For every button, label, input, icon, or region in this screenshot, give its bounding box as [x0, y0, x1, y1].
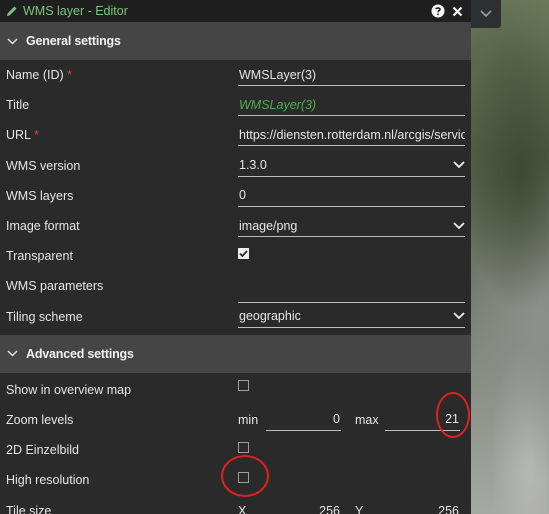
chevron-down-icon — [7, 350, 18, 357]
wms-editor-panel: WMS layer - Editor General settings Name… — [0, 0, 471, 514]
wms-parameters-row: WMS parameters — [0, 271, 471, 304]
einzelbild-label: 2D Einzelbild — [6, 443, 79, 458]
title-row: Title WMSLayer(3) — [0, 90, 471, 120]
tile-y-label: Y — [355, 503, 364, 514]
chevron-down-icon — [453, 221, 465, 229]
advanced-settings-title: Advanced settings — [26, 346, 134, 361]
transparent-row: Transparent — [0, 241, 471, 271]
overview-map-label: Show in overview map — [6, 382, 132, 397]
general-settings-title: General settings — [26, 34, 121, 48]
tile-size-row: Tile size X 256 Y 256 — [0, 495, 471, 514]
overview-map-checkbox[interactable] — [238, 380, 249, 392]
close-icon — [452, 6, 463, 16]
transparent-label: Transparent — [6, 249, 73, 264]
einzelbild-checkbox[interactable] — [238, 441, 249, 453]
image-format-row: Image format image/png — [0, 211, 471, 241]
wms-layers-input[interactable]: 0 — [238, 185, 465, 207]
title-label: Title — [6, 98, 30, 113]
annotation-circle-zoom-max — [436, 392, 470, 438]
required-marker: * — [67, 68, 73, 83]
wms-parameters-label: WMS parameters — [6, 279, 104, 294]
editor-title: WMS layer - Editor — [23, 4, 128, 18]
wms-version-label: WMS version — [6, 158, 81, 173]
title-input[interactable]: WMSLayer(3) — [238, 94, 465, 117]
help-button[interactable] — [431, 4, 445, 18]
tiling-scheme-select[interactable]: geographic — [238, 306, 465, 328]
chevron-down-icon — [453, 161, 465, 169]
editor-titlebar: WMS layer - Editor — [0, 0, 471, 22]
checkmark-icon — [239, 250, 248, 258]
name-row: Name (ID) * WMSLayer(3) — [0, 60, 471, 90]
transparent-checkbox[interactable] — [238, 247, 249, 259]
url-row: URL * https://diensten.rotterdam.nl/arcg… — [0, 120, 471, 150]
pencil-icon — [7, 6, 17, 16]
name-label: Name (ID) * — [6, 68, 73, 83]
chevron-down-icon — [453, 312, 465, 320]
wms-version-select[interactable]: 1.3.0 — [238, 155, 465, 177]
zoom-min-input[interactable]: 0 — [266, 409, 341, 431]
image-format-select[interactable]: image/png — [238, 215, 465, 238]
high-resolution-label: High resolution — [6, 473, 90, 488]
url-label: URL * — [6, 128, 39, 143]
help-circle-icon — [431, 4, 445, 18]
wms-layers-label: WMS layers — [6, 188, 74, 203]
wms-parameters-input[interactable] — [238, 281, 465, 304]
url-input[interactable]: https://diensten.rotterdam.nl/arcgis/ser… — [238, 124, 465, 147]
zoom-levels-label: Zoom levels — [6, 412, 74, 427]
tiling-scheme-label: Tiling scheme — [6, 309, 83, 324]
zoom-max-label: max — [355, 412, 379, 427]
tiling-scheme-row: Tiling scheme geographic — [0, 302, 471, 332]
overview-map-row: Show in overview map — [0, 375, 471, 405]
chevron-down-icon — [7, 37, 18, 45]
wms-layers-row: WMS layers 0 — [0, 181, 471, 211]
tile-y-input[interactable]: 256 — [385, 500, 460, 514]
image-format-label: Image format — [6, 219, 80, 234]
close-button[interactable] — [452, 6, 463, 17]
general-settings-header[interactable]: General settings — [0, 22, 471, 60]
annotation-circle-high-resolution — [221, 455, 269, 497]
tile-x-input[interactable]: 256 — [266, 500, 341, 514]
chevron-down-icon — [480, 10, 492, 18]
zoom-min-label: min — [238, 412, 259, 427]
wms-version-row: WMS version 1.3.0 — [0, 151, 471, 181]
tile-x-label: X — [238, 503, 247, 514]
map-menu-toggle[interactable] — [471, 0, 501, 28]
tile-size-label: Tile size — [6, 503, 52, 514]
required-marker: * — [34, 128, 39, 143]
name-input[interactable]: WMSLayer(3) — [238, 64, 465, 87]
zoom-levels-row: Zoom levels min 0 max 21 — [0, 405, 471, 435]
advanced-settings-header[interactable]: Advanced settings — [0, 334, 471, 373]
